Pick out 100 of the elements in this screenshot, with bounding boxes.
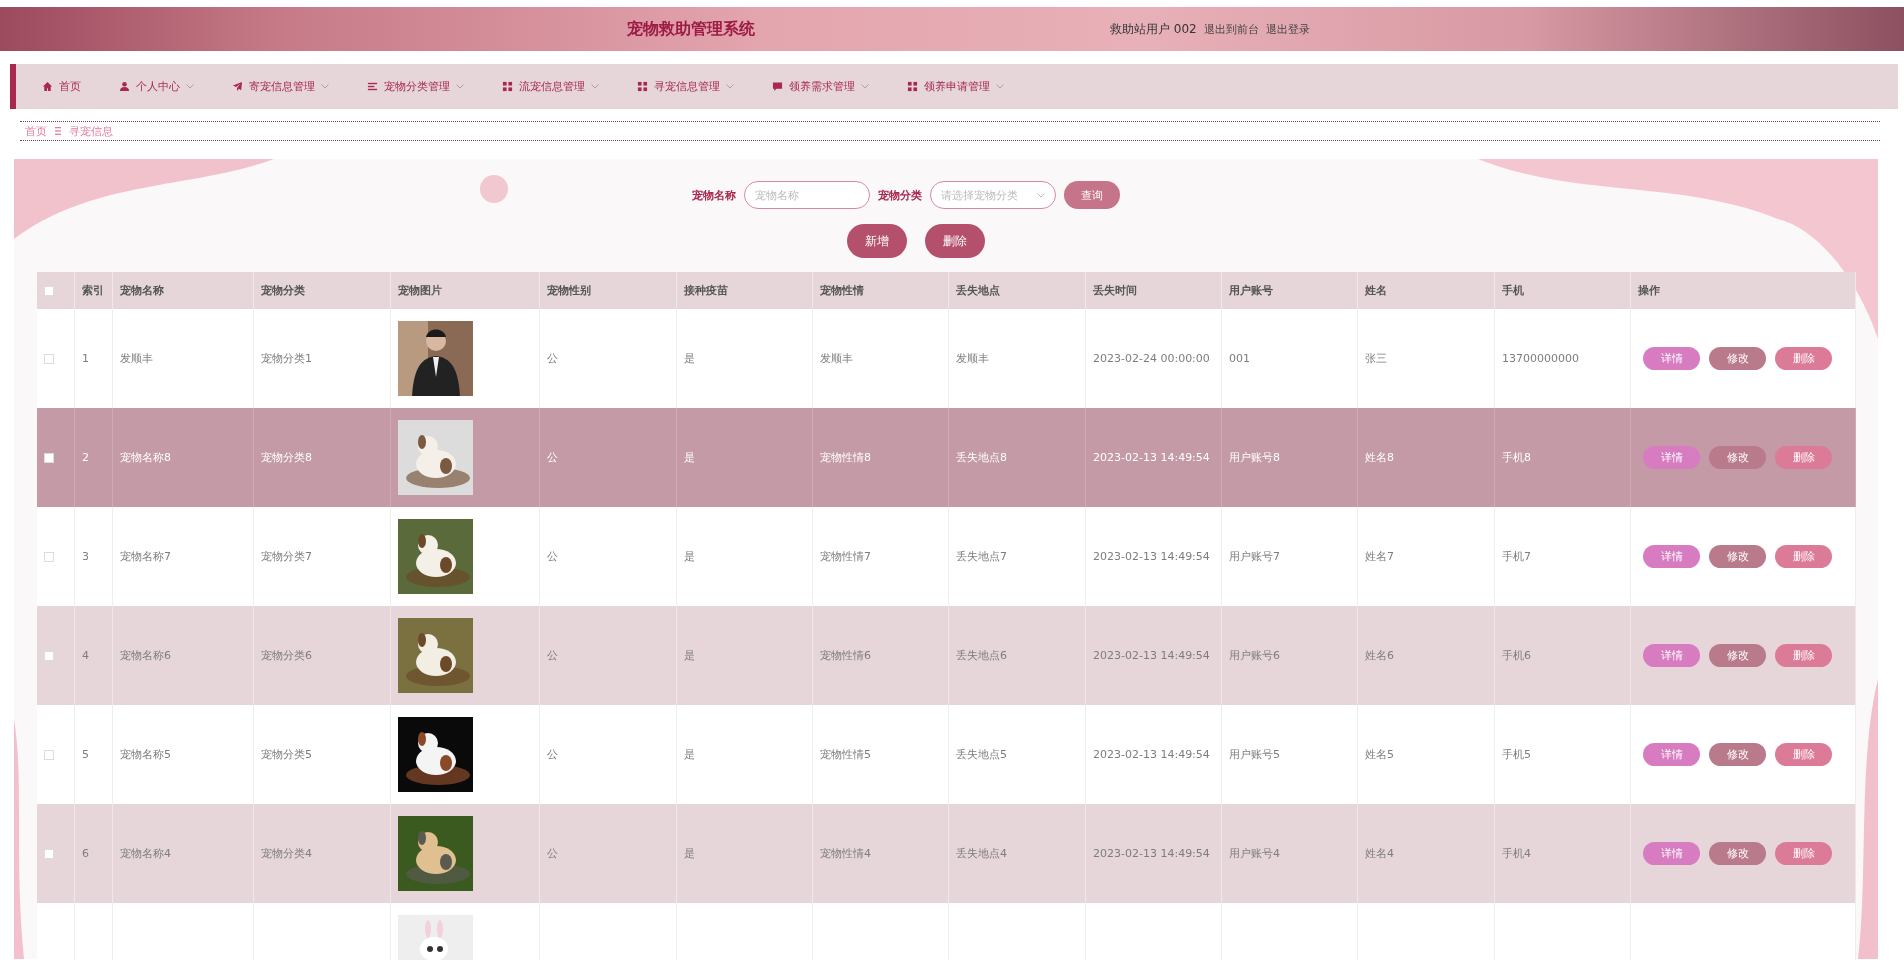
details-button[interactable]: 详情: [1643, 644, 1700, 667]
name-input-field[interactable]: 宠物名称: [744, 181, 870, 209]
row-checkbox[interactable]: [44, 650, 54, 661]
table-cell: 姓名8: [1365, 450, 1394, 465]
table-cell: 丢失地点4: [956, 846, 1007, 861]
table-cell: 用户账号8: [1229, 450, 1280, 465]
table-cell: 用户账号4: [1229, 846, 1280, 861]
details-button[interactable]: 详情: [1643, 446, 1700, 469]
table-cell: 发顺丰: [120, 351, 153, 366]
row-checkbox[interactable]: [44, 848, 54, 859]
table-cell: 用户账号6: [1229, 648, 1280, 663]
table-cell: 6: [82, 847, 89, 860]
edit-button[interactable]: 修改: [1709, 644, 1766, 667]
column-header: 姓名: [1365, 283, 1387, 298]
table-cell: 宠物名称5: [120, 747, 171, 762]
table-cell: 手机8: [1502, 450, 1531, 465]
edit-button[interactable]: 修改: [1709, 743, 1766, 766]
nav-item[interactable]: 宠物分类管理: [367, 75, 464, 98]
nav-item[interactable]: 个人中心: [119, 75, 194, 98]
column-header: 手机: [1502, 283, 1524, 298]
table-cell: 手机4: [1502, 846, 1531, 861]
nav-item[interactable]: 寻宠信息管理: [637, 75, 734, 98]
details-button[interactable]: 详情: [1643, 743, 1700, 766]
table-cell: 公: [547, 351, 558, 366]
grid-icon: [907, 81, 918, 92]
table-cell: 13700000000: [1502, 352, 1579, 365]
column-header: 用户账号: [1229, 283, 1273, 298]
home-icon: [42, 81, 53, 92]
table-cell: 丢失地点7: [956, 549, 1007, 564]
nav-item[interactable]: 领养需求管理: [772, 75, 869, 98]
table-cell: 宠物名称7: [120, 549, 171, 564]
table-cell: 发顺丰: [956, 351, 989, 366]
table-cell: 5: [82, 748, 89, 761]
table-cell: 3: [82, 550, 89, 563]
table-cell: 2023-02-13 14:49:54: [1093, 847, 1210, 860]
header-link[interactable]: 退出登录: [1265, 21, 1310, 37]
nav-item[interactable]: 寄宠信息管理: [232, 75, 329, 98]
user-icon: [119, 81, 130, 92]
select-all-checkbox[interactable]: [44, 285, 54, 296]
table-cell: 姓名7: [1365, 549, 1394, 564]
column-header: 索引: [82, 283, 104, 298]
breadcrumb-link[interactable]: 寻宠信息: [69, 123, 113, 139]
chevron-down-icon: [726, 84, 734, 89]
table-cell: 用户账号5: [1229, 747, 1280, 762]
nav-item[interactable]: 流宠信息管理: [502, 75, 599, 98]
paper-plane-icon: [232, 81, 243, 92]
delete-button[interactable]: 删除: [1775, 545, 1832, 568]
table-cell: 是: [684, 450, 695, 465]
delete-button[interactable]: 删除: [1775, 347, 1832, 370]
column-header: 宠物图片: [398, 283, 442, 298]
grid-icon: [502, 81, 513, 92]
table-cell: 手机5: [1502, 747, 1531, 762]
table-cell: 是: [684, 648, 695, 663]
column-header: 宠物性别: [547, 283, 591, 298]
delete-button[interactable]: 删除: [1775, 446, 1832, 469]
table-cell: 宠物名称6: [120, 648, 171, 663]
column-header: 宠物性情: [820, 283, 864, 298]
table-cell: 2023-02-13 14:49:54: [1093, 748, 1210, 761]
nav-item[interactable]: 领养申请管理: [907, 75, 1004, 98]
delete-button[interactable]: 删除: [925, 224, 985, 258]
column-header: 接种疫苗: [684, 283, 728, 298]
grid-icon: [637, 81, 648, 92]
table-cell: 丢失地点6: [956, 648, 1007, 663]
table-cell: 公: [547, 648, 558, 663]
row-checkbox[interactable]: [44, 551, 54, 562]
field-label: 宠物名称: [692, 187, 736, 203]
table-cell: 宠物名称8: [120, 450, 171, 465]
table-cell: 2023-02-13 14:49:54: [1093, 649, 1210, 662]
table-cell: 宠物名称4: [120, 846, 171, 861]
table-cell: 姓名5: [1365, 747, 1394, 762]
edit-button[interactable]: 修改: [1709, 842, 1766, 865]
delete-button[interactable]: 删除: [1775, 743, 1832, 766]
table-cell: 宠物分类1: [261, 351, 312, 366]
delete-button[interactable]: 删除: [1775, 842, 1832, 865]
edit-button[interactable]: 修改: [1709, 545, 1766, 568]
add-button[interactable]: 新增: [847, 224, 907, 258]
nav-item[interactable]: 首页: [42, 75, 81, 98]
details-button[interactable]: 详情: [1643, 545, 1700, 568]
table-cell: 公: [547, 846, 558, 861]
edit-button[interactable]: 修改: [1709, 446, 1766, 469]
row-checkbox[interactable]: [44, 749, 54, 760]
breadcrumb-link[interactable]: 首页: [25, 123, 47, 139]
row-checkbox[interactable]: [44, 353, 54, 364]
table-cell: 公: [547, 450, 558, 465]
breadcrumb-separator-icon: [55, 127, 61, 135]
table-cell: 用户账号7: [1229, 549, 1280, 564]
chevron-down-icon: [861, 84, 869, 89]
header-link[interactable]: 退出到前台: [1203, 21, 1259, 37]
table-cell: 丢失地点8: [956, 450, 1007, 465]
details-button[interactable]: 详情: [1643, 347, 1700, 370]
table-cell: 1: [82, 352, 89, 365]
row-checkbox[interactable]: [44, 452, 54, 463]
table-cell: 2: [82, 451, 89, 464]
table-cell: 2023-02-24 00:00:00: [1093, 352, 1210, 365]
delete-button[interactable]: 删除: [1775, 644, 1832, 667]
query-button[interactable]: 查询: [1064, 181, 1120, 209]
table-cell: 宠物性情4: [820, 846, 871, 861]
edit-button[interactable]: 修改: [1709, 347, 1766, 370]
details-button[interactable]: 详情: [1643, 842, 1700, 865]
category-select[interactable]: 请选择宠物分类: [930, 181, 1056, 209]
